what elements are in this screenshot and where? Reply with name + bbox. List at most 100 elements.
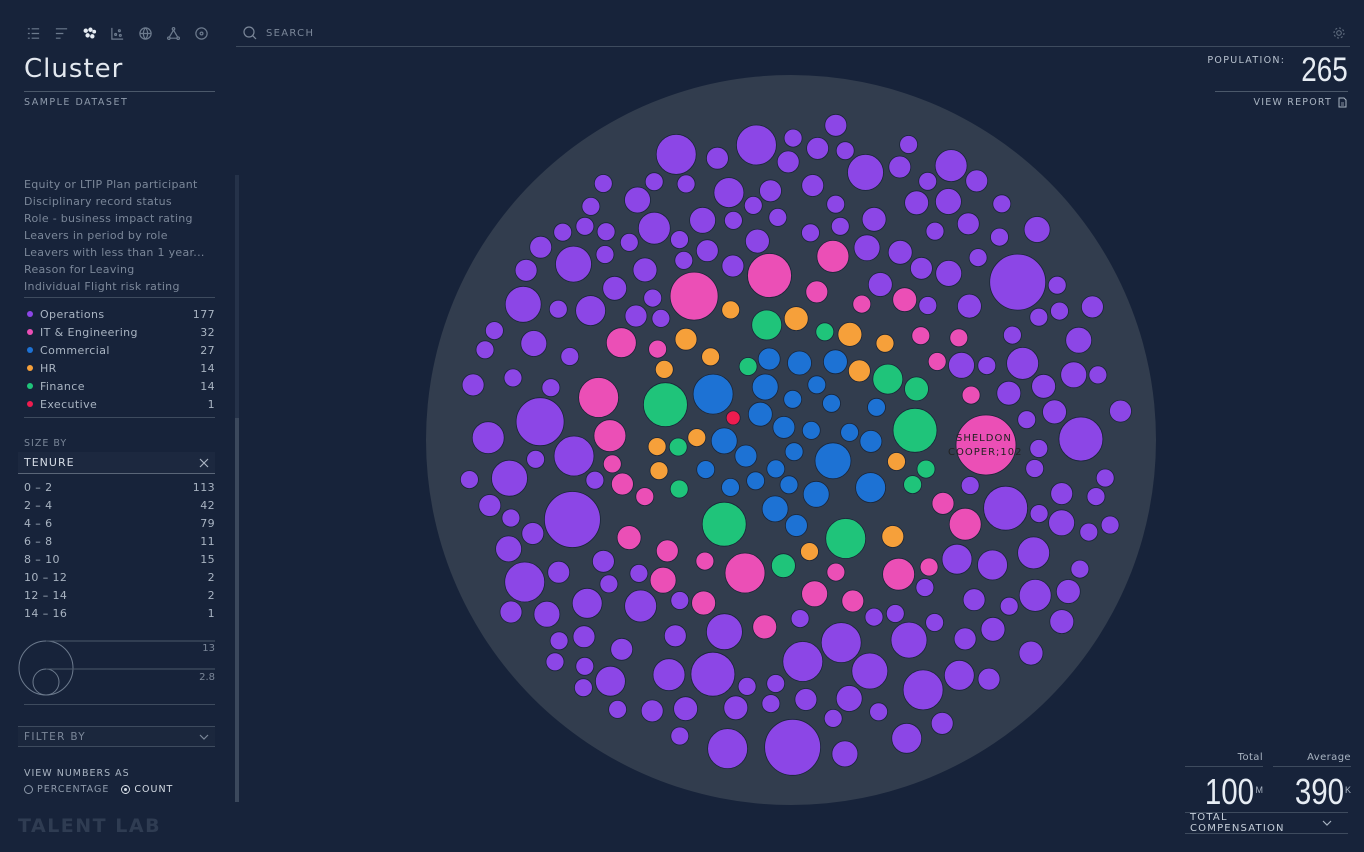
tenure-range-item[interactable]: 2 – 4 42 [24,497,215,515]
bubble-commercial[interactable] [822,393,841,413]
bubble-finance[interactable] [751,309,783,341]
bubble-operations[interactable] [764,718,822,776]
bubble-finance[interactable] [903,475,923,495]
bubble-operations[interactable] [723,210,743,230]
bubble-operations[interactable] [888,155,912,179]
bubble-operations[interactable] [1049,609,1075,634]
bubble-it-engineering[interactable] [841,589,865,613]
bubble-it-engineering[interactable] [961,385,981,405]
bubble-it-engineering[interactable] [648,339,668,359]
bubble-operations[interactable] [1029,504,1049,524]
bubble-operations[interactable] [902,669,944,711]
bubble-operations[interactable] [624,304,648,328]
bubble-operations[interactable] [990,227,1009,247]
bubble-operations[interactable] [485,321,504,341]
bubble-operations[interactable] [977,549,1008,581]
bubble-operations[interactable] [887,239,913,265]
bubble-commercial[interactable] [779,475,799,495]
bubble-operations[interactable] [504,561,546,603]
bubble-operations[interactable] [869,702,889,722]
bubble-operations[interactable] [690,651,736,697]
bubble-operations[interactable] [572,625,596,649]
bubble-operations[interactable] [824,113,848,137]
bubble-operations[interactable] [571,587,603,619]
bubble-hr[interactable] [800,542,819,562]
bubble-operations[interactable] [548,299,568,319]
bubble-operations[interactable] [820,622,862,663]
bubble-operations[interactable] [651,308,671,328]
bubble-operations[interactable] [1031,373,1056,399]
bubble-commercial[interactable] [751,373,779,401]
bubble-finance[interactable] [916,459,936,479]
legend-item[interactable]: HR 14 [24,359,215,377]
legend-item[interactable]: Finance 14 [24,377,215,395]
bubble-operations[interactable] [545,652,565,672]
bubble-it-engineering[interactable] [655,539,679,563]
bubble-commercial[interactable] [783,389,803,409]
bubble-operations[interactable] [549,631,569,651]
bubble-operations[interactable] [1055,579,1081,604]
bubble-operations[interactable] [663,624,687,648]
bubble-operations[interactable] [1029,439,1049,458]
bubble-operations[interactable] [867,272,893,297]
bubble-commercial[interactable] [747,401,773,427]
bubble-operations[interactable] [996,380,1022,406]
bubble-operations[interactable] [575,295,607,327]
bubble-operations[interactable] [629,563,649,583]
bubble-operations[interactable] [514,258,538,282]
bubble-operations[interactable] [707,728,749,769]
bubble-operations[interactable] [721,254,745,278]
gear-icon[interactable] [1331,25,1347,41]
bubble-finance[interactable] [701,501,747,547]
bubble-it-engineering[interactable] [805,280,829,304]
bubble-operations[interactable] [935,188,962,215]
bubble-it-engineering[interactable] [724,552,766,594]
tenure-range-item[interactable]: 6 – 8 11 [24,533,215,551]
bubble-hr[interactable] [847,359,871,383]
bubble-operations[interactable] [676,174,696,194]
bubble-operations[interactable] [1095,468,1115,488]
bubble-operations[interactable] [1047,275,1067,295]
bubble-operations[interactable] [826,194,846,214]
bubble-operations[interactable] [705,613,743,651]
bubble-it-engineering[interactable] [602,454,622,474]
filter-by-dropdown[interactable]: FILTER BY [18,726,215,747]
bubble-operations[interactable] [595,245,615,264]
target-icon[interactable] [192,24,210,42]
bubble-operations[interactable] [761,694,781,713]
bubble-operations[interactable] [830,216,850,236]
bubble-operations[interactable] [526,449,545,469]
bubble-operations[interactable] [980,616,1006,642]
bubble-hr[interactable] [875,333,895,353]
bubble-hr[interactable] [649,461,669,481]
bubble-operations[interactable] [918,296,938,315]
bubble-commercial[interactable] [761,495,789,523]
bubble-operations[interactable] [471,421,505,455]
bubble-operations[interactable] [1088,365,1108,385]
view-report-link[interactable]: VIEW REPORT [1254,97,1348,108]
tenure-range-item[interactable]: 10 – 12 2 [24,569,215,587]
bubble-commercial[interactable] [757,347,781,371]
bubble-operations[interactable] [475,340,495,360]
bubble-it-engineering[interactable] [931,491,955,515]
legend-item[interactable]: IT & Engineering 32 [24,323,215,341]
network-icon[interactable] [164,24,182,42]
bubble-operations[interactable] [670,726,690,746]
bubble-it-engineering[interactable] [605,327,637,359]
bubble-operations[interactable] [737,677,757,696]
bubble-finance[interactable] [904,376,929,402]
attribute-item[interactable]: Equity or LTIP Plan participant [24,176,215,193]
attribute-item[interactable]: Role - business impact rating [24,210,215,227]
bubble-operations[interactable] [989,253,1047,311]
bubble-operations[interactable] [783,128,803,148]
bubble-operations[interactable] [553,222,573,242]
bubble-operations[interactable] [1060,361,1088,389]
bubble-operations[interactable] [624,186,651,214]
tenure-range-item[interactable]: 12 – 14 2 [24,587,215,605]
bubble-it-engineering[interactable] [801,580,829,608]
bubble-operations[interactable] [915,578,935,597]
bubble-hr[interactable] [783,306,809,332]
bubble-hr[interactable] [701,347,721,367]
bubble-it-engineering[interactable] [949,328,969,348]
bubble-operations[interactable] [806,137,830,160]
